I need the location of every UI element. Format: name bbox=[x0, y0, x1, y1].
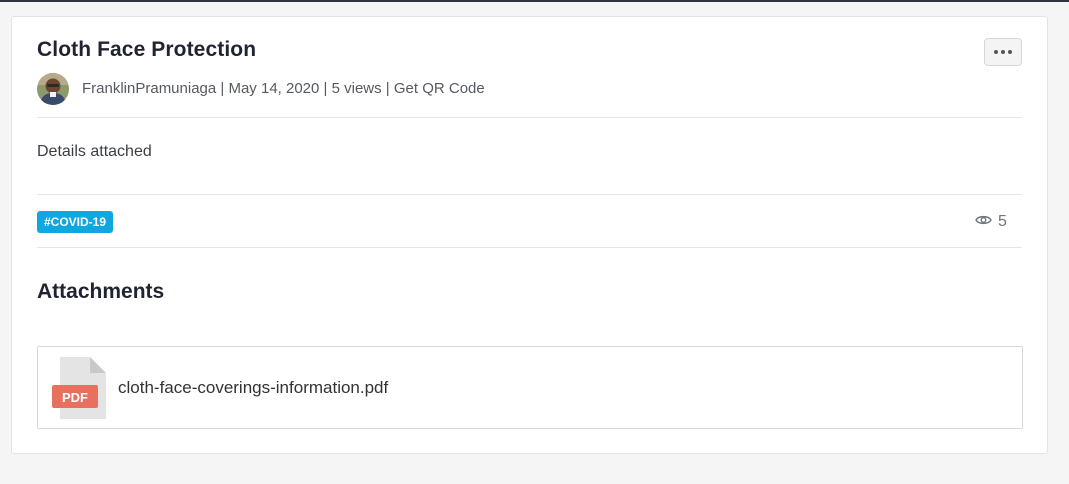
post-body: Details attached bbox=[37, 143, 152, 160]
tag-badge[interactable]: #COVID-19 bbox=[37, 211, 114, 233]
meta-separator: | bbox=[381, 80, 394, 97]
divider bbox=[37, 117, 1022, 118]
more-horizontal-icon bbox=[994, 50, 998, 54]
pdf-file-icon: PDF bbox=[52, 357, 106, 419]
divider bbox=[37, 194, 1022, 195]
views-text: 5 views bbox=[331, 80, 382, 97]
post-title: Cloth Face Protection bbox=[37, 38, 257, 61]
post-date: May 14, 2020 bbox=[228, 80, 320, 97]
qr-code-link[interactable]: Get QR Code bbox=[394, 80, 485, 97]
post-meta: FranklinPramuniaga | May 14, 2020 | 5 vi… bbox=[82, 80, 485, 97]
pdf-badge-label: PDF bbox=[62, 390, 88, 405]
attachment-item[interactable]: PDF cloth-face-coverings-information.pdf bbox=[37, 346, 1023, 429]
divider bbox=[37, 247, 1022, 248]
attachments-heading: Attachments bbox=[37, 280, 165, 303]
view-count: 5 bbox=[975, 213, 1007, 231]
author-avatar[interactable] bbox=[37, 73, 69, 105]
attachment-file-name[interactable]: cloth-face-coverings-information.pdf bbox=[118, 378, 388, 398]
top-bar bbox=[0, 0, 1069, 2]
author-link[interactable]: FranklinPramuniaga bbox=[82, 80, 216, 97]
view-count-value: 5 bbox=[998, 213, 1007, 230]
eye-icon bbox=[975, 213, 992, 231]
post-card: Cloth Face Protection FranklinPramuniaga… bbox=[11, 16, 1048, 454]
meta-separator: | bbox=[216, 80, 229, 97]
more-options-button[interactable] bbox=[984, 38, 1022, 66]
meta-separator: | bbox=[319, 80, 332, 97]
